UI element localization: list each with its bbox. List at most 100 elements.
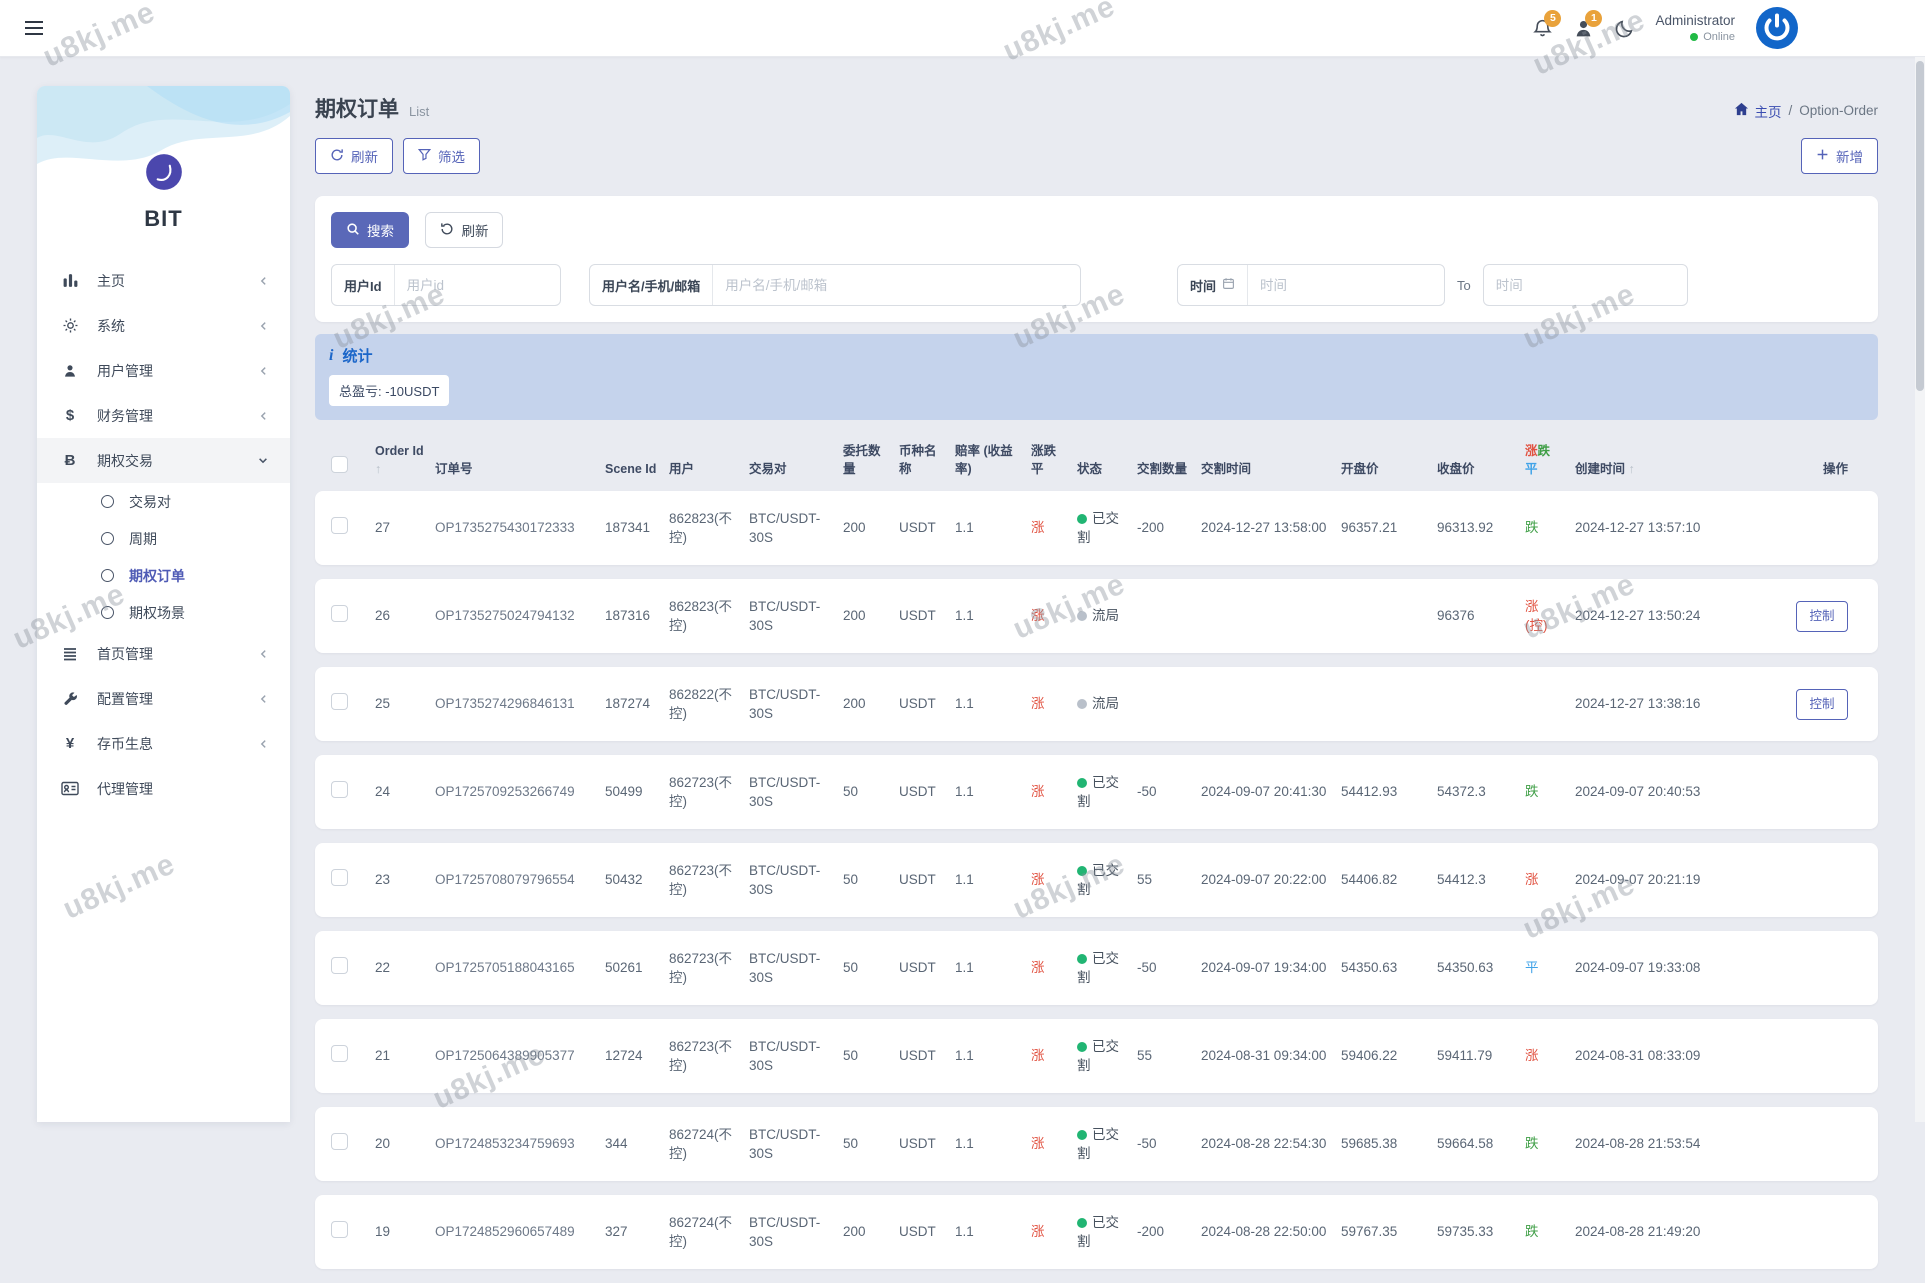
cell-order-no: OP1724853234759693 <box>435 1134 605 1154</box>
sidebar-item-label: 财务管理 <box>97 406 153 426</box>
cell-scene-id: 12724 <box>605 1046 669 1066</box>
chevron-down-icon <box>258 456 268 465</box>
cell-scene-id: 187274 <box>605 694 669 714</box>
sidebar-item-finance-management[interactable]: $ 财务管理 <box>37 393 290 438</box>
header-created[interactable]: 创建时间 ↑ <box>1575 460 1715 478</box>
sidebar-item-coin-interest[interactable]: ¥ 存币生息 <box>37 721 290 766</box>
cell-user: 862723(不控) <box>669 773 749 812</box>
cell-trend: 涨 <box>1031 606 1077 626</box>
cell-status: 已交割 <box>1077 1213 1137 1252</box>
row-checkbox-cell <box>331 1045 375 1068</box>
cell-odds: 1.1 <box>955 1134 1031 1154</box>
id-card-icon <box>59 781 81 796</box>
cell-settle-time: 2024-09-07 20:22:00 <box>1201 870 1341 890</box>
header-order-id[interactable]: Order Id ↑ <box>375 442 435 478</box>
row-checkbox[interactable] <box>331 1133 348 1150</box>
header-action: 操作 <box>1715 460 1862 478</box>
cell-settle-amount: -200 <box>1137 1222 1201 1242</box>
cell-pair: BTC/USDT-30S <box>749 949 843 988</box>
row-checkbox[interactable] <box>331 693 348 710</box>
to-label: To <box>1457 278 1471 293</box>
sidebar-subitem-trading-pairs[interactable]: 交易对 <box>37 483 290 520</box>
table-header: Order Id ↑ 订单号 Scene Id 用户 交易对 委托数量 币种名称… <box>315 442 1878 491</box>
status-dot <box>1077 866 1087 876</box>
cell-status: 已交割 <box>1077 509 1137 548</box>
cell-odds: 1.1 <box>955 694 1031 714</box>
breadcrumb-home-link[interactable]: 主页 <box>1734 101 1781 121</box>
control-button[interactable]: 控制 <box>1796 601 1848 632</box>
user-notifications-icon[interactable]: 1 <box>1573 18 1594 39</box>
cell-order-id: 26 <box>375 606 435 626</box>
gear-icon <box>59 317 81 334</box>
radio-ring-icon <box>101 495 114 508</box>
control-button[interactable]: 控制 <box>1796 689 1848 720</box>
row-checkbox[interactable] <box>331 1045 348 1062</box>
cell-result: 平 <box>1525 958 1575 978</box>
filter-button[interactable]: 筛选 <box>403 138 480 174</box>
cell-order-no: OP1724852960657489 <box>435 1222 605 1242</box>
scrollbar-thumb[interactable] <box>1916 61 1924 391</box>
cell-status: 已交割 <box>1077 1125 1137 1164</box>
cell-created: 2024-12-27 13:57:10 <box>1575 518 1715 538</box>
sidebar-item-homepage-management[interactable]: 首页管理 <box>37 631 290 676</box>
select-all-checkbox[interactable] <box>331 456 348 473</box>
cell-settle-amount: 55 <box>1137 1046 1201 1066</box>
cell-amount: 200 <box>843 606 899 626</box>
user-id-input[interactable] <box>395 265 560 305</box>
chevron-left-icon <box>259 694 268 704</box>
cell-order-id: 22 <box>375 958 435 978</box>
cell-settle-time: 2024-08-28 22:50:00 <box>1201 1222 1341 1242</box>
cell-open-price: 59767.35 <box>1341 1222 1437 1242</box>
sidebar-item-option-trading[interactable]: Ƀ 期权交易 <box>37 438 290 483</box>
cell-odds: 1.1 <box>955 606 1031 626</box>
scrollbar-track[interactable] <box>1915 57 1925 1122</box>
sidebar-item-home[interactable]: 主页 <box>37 258 290 303</box>
account-input[interactable] <box>713 265 1080 305</box>
time-from-input[interactable] <box>1248 265 1444 305</box>
cell-scene-id: 344 <box>605 1134 669 1154</box>
table-row: 27 OP1735275430172333 187341 862823(不控) … <box>315 491 1878 565</box>
page-subtitle: List <box>409 104 429 119</box>
avatar[interactable] <box>1755 6 1799 50</box>
sidebar-subitem-period[interactable]: 周期 <box>37 520 290 557</box>
sidebar: BIT 主页 系统 用户管理 $ 财务管理 Ƀ 期权交易 交易 <box>37 86 290 1122</box>
cell-pair: BTC/USDT-30S <box>749 861 843 900</box>
row-checkbox[interactable] <box>331 517 348 534</box>
sidebar-subitem-label: 交易对 <box>129 492 171 512</box>
cell-status: 流局 <box>1077 606 1137 626</box>
search-button[interactable]: 搜索 <box>331 212 409 248</box>
row-checkbox[interactable] <box>331 957 348 974</box>
cell-order-id: 23 <box>375 870 435 890</box>
add-button[interactable]: 新增 <box>1801 138 1878 174</box>
header-odds: 赔率 (收益率) <box>955 442 1031 478</box>
cell-close-price: 96313.92 <box>1437 518 1525 538</box>
refresh-button[interactable]: 刷新 <box>315 138 393 174</box>
cell-user: 862723(不控) <box>669 861 749 900</box>
sidebar-subitem-option-scenes[interactable]: 期权场景 <box>37 594 290 631</box>
row-checkbox[interactable] <box>331 1221 348 1238</box>
hamburger-menu-icon[interactable] <box>24 20 44 36</box>
cell-result: 跌 <box>1525 518 1575 538</box>
sidebar-item-agent-management[interactable]: 代理管理 <box>37 766 290 811</box>
sidebar-subitem-option-orders[interactable]: 期权订单 <box>37 557 290 594</box>
yen-icon: ¥ <box>59 735 81 752</box>
topbar: 5 1 Administrator Online <box>0 0 1925 57</box>
sidebar-item-user-management[interactable]: 用户管理 <box>37 348 290 393</box>
time-to-input[interactable] <box>1484 265 1687 305</box>
cell-amount: 50 <box>843 782 899 802</box>
cell-settle-amount: -50 <box>1137 782 1201 802</box>
notifications-bell-icon[interactable]: 5 <box>1532 18 1553 39</box>
row-checkbox[interactable] <box>331 869 348 886</box>
sidebar-item-system[interactable]: 系统 <box>37 303 290 348</box>
sidebar-item-config-management[interactable]: 配置管理 <box>37 676 290 721</box>
dark-mode-moon-icon[interactable] <box>1614 18 1635 39</box>
user-id-label: 用户Id <box>332 265 395 305</box>
undo-refresh-icon <box>440 222 454 239</box>
calendar-icon <box>1222 277 1235 293</box>
row-checkbox[interactable] <box>331 781 348 798</box>
brand-name: BIT <box>37 206 290 232</box>
row-checkbox[interactable] <box>331 605 348 622</box>
search-refresh-button[interactable]: 刷新 <box>425 212 503 248</box>
sidebar-item-label: 期权交易 <box>97 451 153 471</box>
radio-ring-icon <box>101 606 114 619</box>
